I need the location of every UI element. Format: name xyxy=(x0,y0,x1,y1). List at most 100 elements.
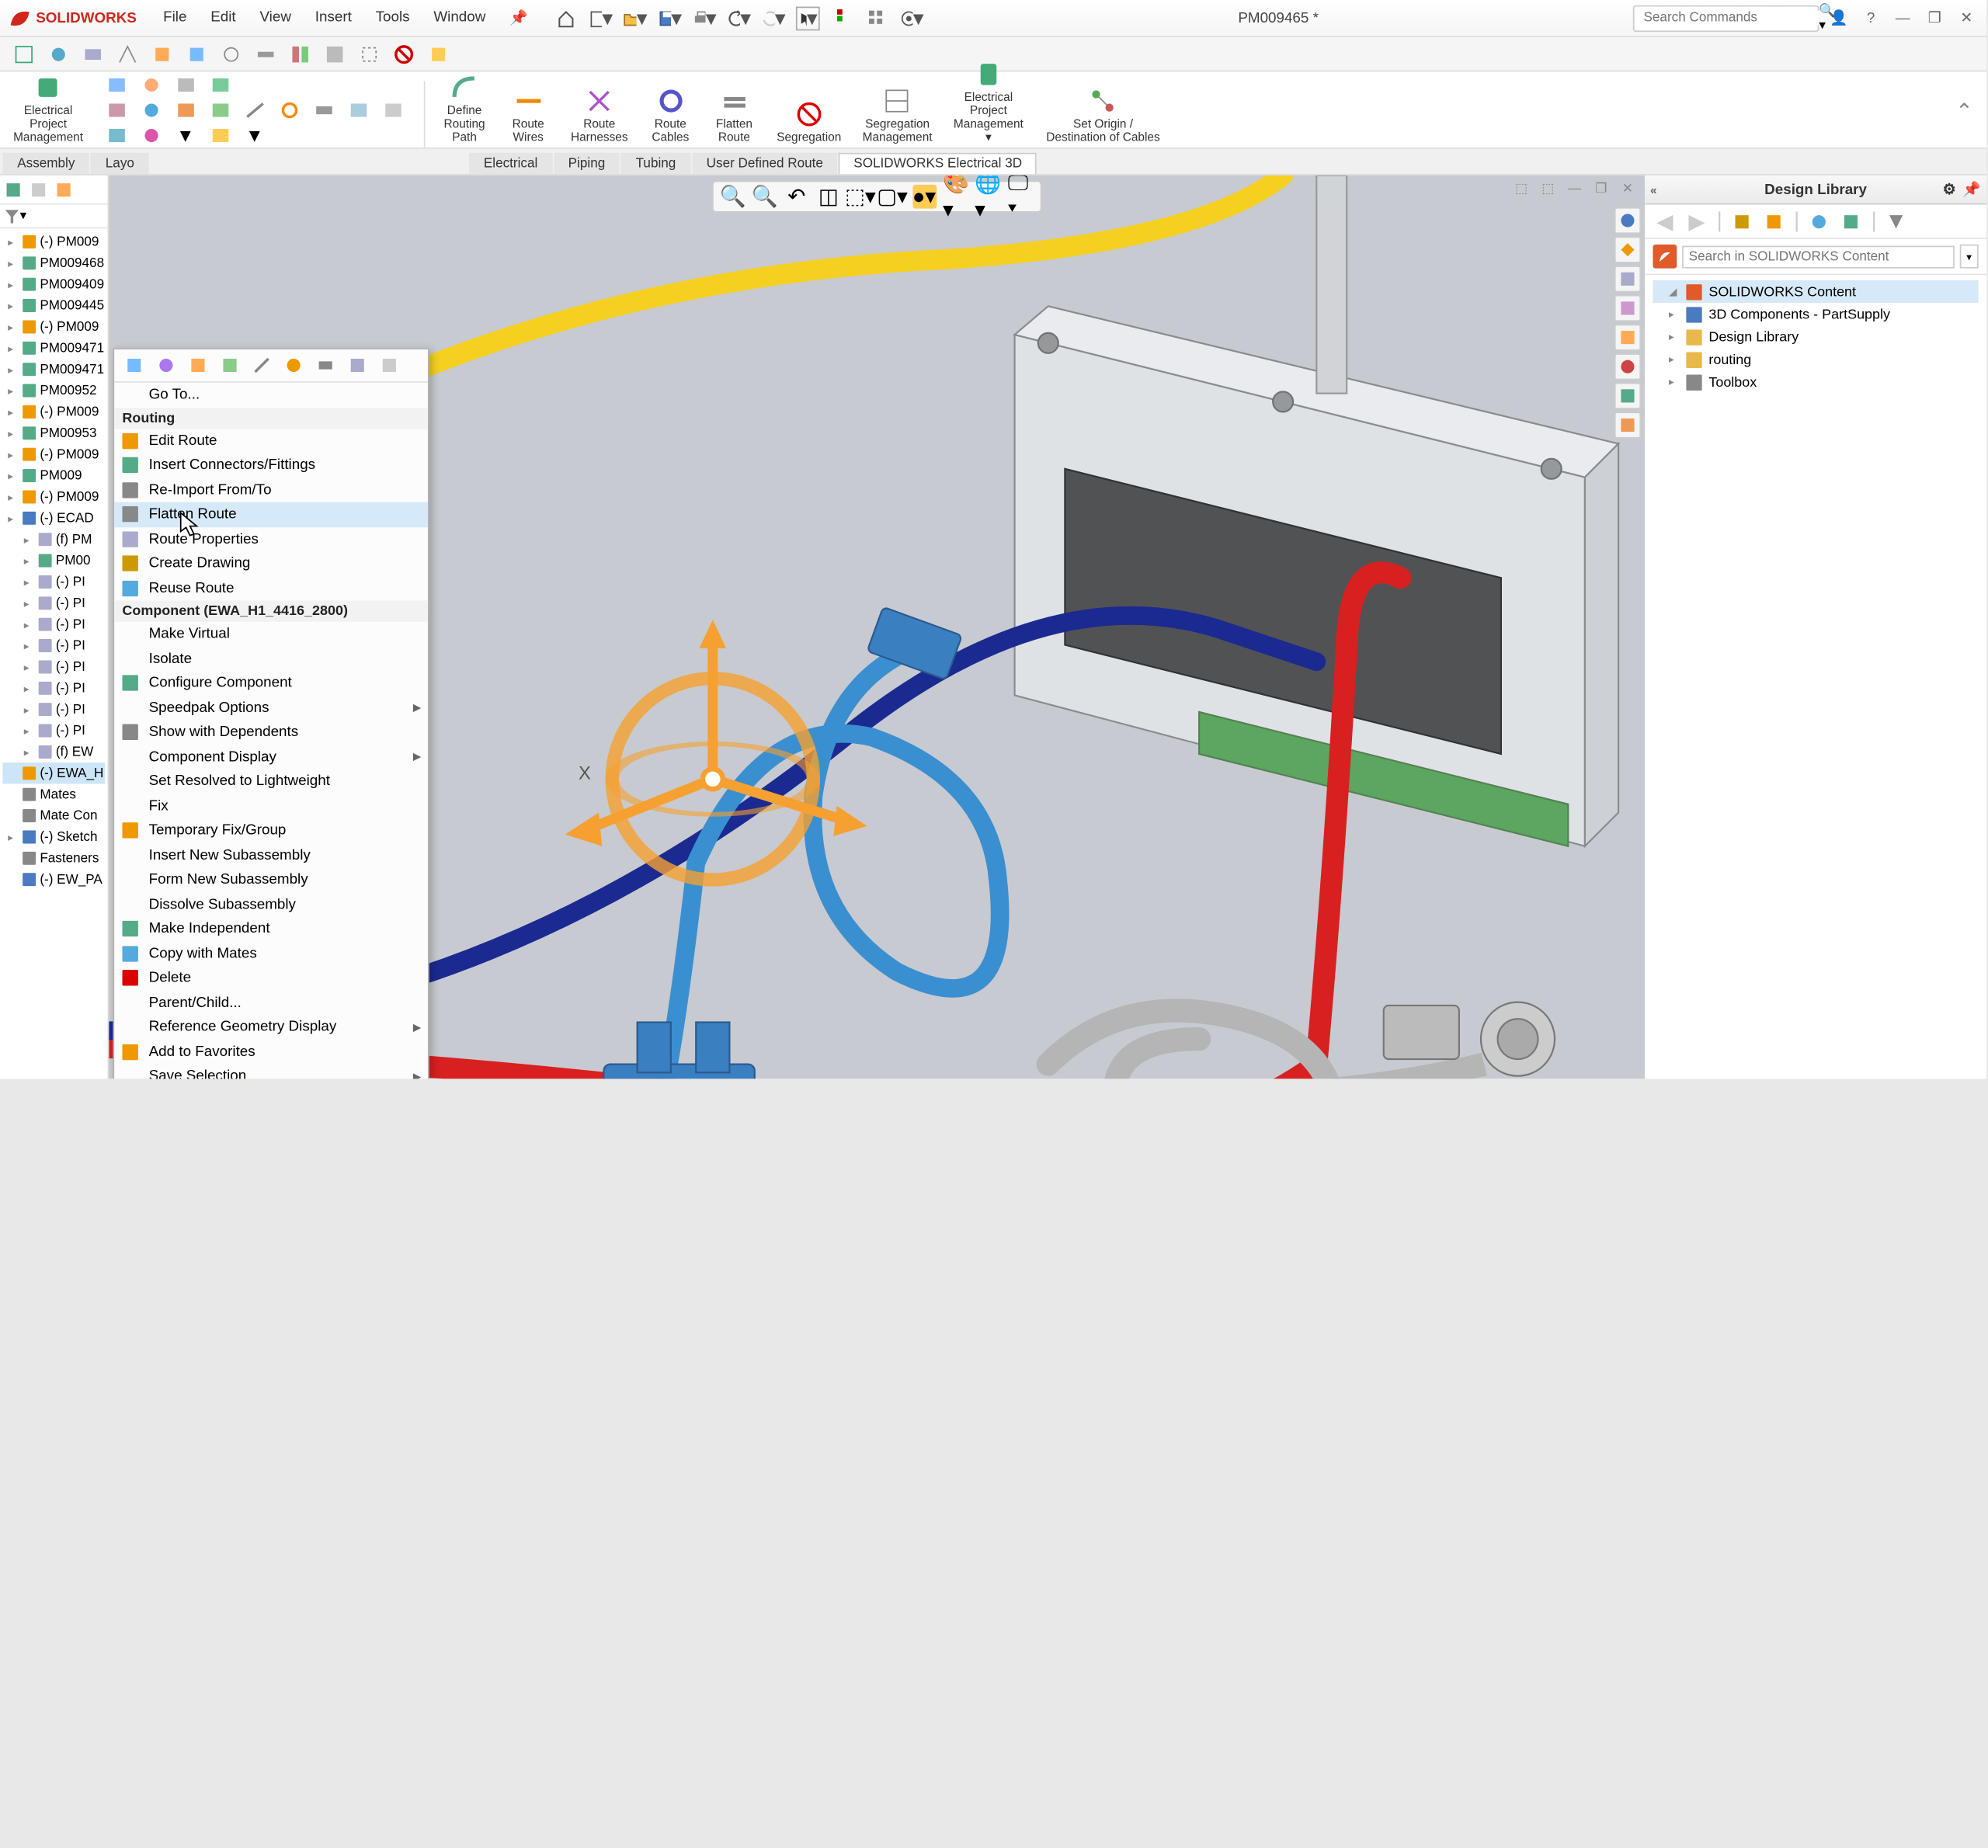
tree-item[interactable]: ▸(-) PI xyxy=(2,720,105,741)
tb-icon-13[interactable] xyxy=(426,40,452,67)
ct-icon[interactable] xyxy=(121,353,148,377)
dl-fwd-icon[interactable]: ▶ xyxy=(1685,209,1709,233)
side-icon-4[interactable] xyxy=(1614,295,1641,321)
sm-icon-1[interactable] xyxy=(102,73,131,97)
dl-icon-2[interactable] xyxy=(1762,209,1786,233)
cm-speedpak-options[interactable]: Speedpak Options▶ xyxy=(114,696,428,721)
tree-item[interactable]: Fasteners xyxy=(2,848,105,869)
tree-item[interactable]: ▸(f) PM xyxy=(2,529,105,550)
view-settings-icon[interactable]: 🖵▾ xyxy=(1008,185,1032,209)
minimize-icon[interactable]: — xyxy=(1891,6,1915,30)
sm-icon-7[interactable] xyxy=(171,99,200,123)
tree-item[interactable]: ▸(-) PI xyxy=(2,656,105,677)
side-icon-7[interactable] xyxy=(1614,383,1641,409)
menu-file[interactable]: File xyxy=(152,5,197,31)
cm-make-independent[interactable]: Make Independent xyxy=(114,917,428,942)
design-library-search-input[interactable] xyxy=(1682,245,1955,268)
print-icon[interactable]: ▾ xyxy=(693,6,717,30)
sm-icon-13[interactable] xyxy=(378,99,408,123)
tb-icon-9[interactable] xyxy=(287,40,314,67)
ct-icon[interactable] xyxy=(280,353,307,377)
tree-item[interactable]: (-) EW_PA xyxy=(2,869,105,890)
dl-icon-5[interactable] xyxy=(1885,209,1909,233)
sm-icon-3[interactable] xyxy=(171,73,200,97)
apply-scene-icon[interactable]: 🌐▾ xyxy=(976,185,1000,209)
tree-item[interactable]: ▸PM00 xyxy=(2,550,105,571)
cm-insert-connectors-fittings[interactable]: Insert Connectors/Fittings xyxy=(114,453,428,478)
display-style-icon[interactable]: ▢▾ xyxy=(881,185,905,209)
tree-item[interactable]: ▸PM009409 xyxy=(2,273,105,294)
tree-item[interactable]: ▸(-) PI xyxy=(2,678,105,699)
sm-icon-5[interactable] xyxy=(102,99,131,123)
user-icon[interactable]: 👤 xyxy=(1827,6,1851,30)
cm-create-drawing[interactable]: Create Drawing xyxy=(114,551,428,576)
tb-icon-11[interactable] xyxy=(356,40,383,67)
tb-icon-1[interactable] xyxy=(11,40,37,67)
menu-window[interactable]: Window xyxy=(423,5,496,31)
help-icon[interactable]: ? xyxy=(1859,6,1883,30)
undo-icon[interactable]: ▾ xyxy=(727,6,751,30)
tab-electrical[interactable]: Electrical xyxy=(469,153,552,174)
redo-icon[interactable]: ▾ xyxy=(762,6,786,30)
tree-item[interactable]: Mate Con xyxy=(2,805,105,826)
tree-item[interactable]: ▸(-) PM009 xyxy=(2,316,105,337)
sm-icon-18[interactable]: ▾ xyxy=(240,123,269,148)
tree-item[interactable]: ▸(f) EW xyxy=(2,742,105,762)
ribbon-route-wires[interactable]: Route Wires xyxy=(499,82,558,147)
cm-copy-with-mates[interactable]: Copy with Mates xyxy=(114,941,428,966)
side-icon-2[interactable] xyxy=(1614,237,1641,263)
sm-icon-9[interactable] xyxy=(240,99,269,123)
ribbon-segregation[interactable]: Segregation xyxy=(769,96,850,148)
tree-item[interactable]: ▸(-) PM009 xyxy=(2,486,105,507)
tb-icon-7[interactable] xyxy=(218,40,245,67)
tree-item[interactable]: ▸PM009 xyxy=(2,465,105,486)
cm-show-with-dependents[interactable]: Show with Dependents xyxy=(114,720,428,745)
save-icon[interactable]: ▾ xyxy=(658,6,682,30)
tree-item[interactable]: ▸PM009445 xyxy=(2,295,105,316)
sm-icon-12[interactable] xyxy=(343,99,373,123)
tab-assembly[interactable]: Assembly xyxy=(2,153,89,174)
menu-view[interactable]: View xyxy=(249,5,302,31)
restore-icon[interactable]: ❐ xyxy=(1923,6,1947,30)
tree-item[interactable]: Mates xyxy=(2,783,105,804)
sm-icon-8[interactable] xyxy=(205,99,235,123)
vp-btn-1[interactable]: ⬚ xyxy=(1510,178,1531,199)
new-icon[interactable]: ▾ xyxy=(589,6,613,30)
sm-icon-16[interactable]: ▾ xyxy=(171,123,200,148)
ft-tab-3[interactable] xyxy=(53,179,74,200)
cm-dissolve-subassembly[interactable]: Dissolve Subassembly xyxy=(114,892,428,917)
side-icon-5[interactable] xyxy=(1614,324,1641,350)
home-icon[interactable] xyxy=(554,6,579,30)
tree-item[interactable]: ▸PM009471 xyxy=(2,359,105,380)
close-icon[interactable]: ✕ xyxy=(1955,6,1979,30)
hide-show-icon[interactable]: ●▾ xyxy=(912,185,937,209)
section-view-icon[interactable]: ◫ xyxy=(816,185,840,209)
side-icon-8[interactable] xyxy=(1614,412,1641,438)
sm-icon-17[interactable] xyxy=(205,123,235,148)
tree-item[interactable]: ▸(-) PM009 xyxy=(2,443,105,464)
tree-item[interactable]: ▸(-) PI xyxy=(2,613,105,634)
tree-item[interactable]: ▸(-) PM009 xyxy=(2,231,105,252)
vp-btn-5[interactable]: ✕ xyxy=(1617,178,1638,199)
panel-pin-icon[interactable]: 📌 xyxy=(1962,180,1981,199)
dl-icon-3[interactable] xyxy=(1807,209,1831,233)
dl-item-routing[interactable]: ▸routing xyxy=(1653,348,1978,370)
cm-add-to-favorites[interactable]: Add to Favorites xyxy=(114,1040,428,1065)
ft-tab-1[interactable] xyxy=(2,179,23,200)
tree-item[interactable]: ▸(-) PI xyxy=(2,571,105,592)
tb-icon-12[interactable] xyxy=(391,40,417,67)
sm-icon-15[interactable] xyxy=(136,123,165,148)
tree-item[interactable]: ▸(-) PM009 xyxy=(2,401,105,422)
menu-tools[interactable]: Tools xyxy=(365,5,420,31)
dl-item--d-components-partsupply[interactable]: ▸3D Components - PartSupply xyxy=(1653,303,1978,325)
dl-icon-4[interactable] xyxy=(1840,209,1864,233)
dl-item-design-library[interactable]: ▸Design Library xyxy=(1653,325,1978,348)
cm-temporary-fix-group[interactable]: Temporary Fix/Group xyxy=(114,818,428,843)
side-icon-1[interactable] xyxy=(1614,207,1641,234)
vp-btn-2[interactable]: ⬚ xyxy=(1538,178,1559,199)
ribbon-route-harnesses[interactable]: Route Harnesses xyxy=(563,82,636,147)
ribbon-route-cables[interactable]: Route Cables xyxy=(641,82,700,147)
dl-item-solidworks-content[interactable]: ◢SOLIDWORKS Content xyxy=(1653,280,1978,303)
cm-make-virtual[interactable]: Make Virtual xyxy=(114,622,428,647)
zoom-area-icon[interactable]: 🔍 xyxy=(752,185,777,209)
